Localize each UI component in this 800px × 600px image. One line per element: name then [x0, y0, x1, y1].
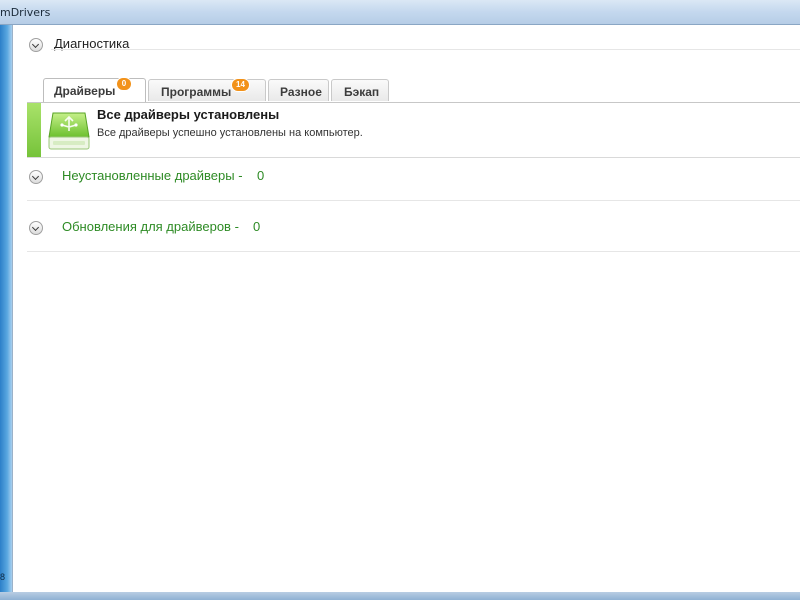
status-panel: Все драйверы установлены Все драйверы ус…: [27, 102, 800, 158]
not-installed-label[interactable]: Неустановленные драйверы -: [62, 168, 243, 183]
not-installed-expand-icon[interactable]: [29, 170, 43, 184]
updates-expand-icon[interactable]: [29, 221, 43, 235]
diagnostics-divider: [51, 49, 800, 50]
window-frame-left: 8: [0, 25, 12, 592]
status-title: Все драйверы установлены: [97, 107, 280, 122]
tab-drivers[interactable]: Драйверы 0: [43, 78, 146, 102]
tab-programs[interactable]: Программы 14: [148, 79, 266, 101]
tab-programs-label: Программы: [161, 85, 232, 99]
main-content: Диагностика Драйверы 0 Программы 14 Разн…: [12, 25, 800, 592]
tab-drivers-label: Драйверы: [54, 84, 116, 98]
tab-misc[interactable]: Разное: [268, 79, 329, 101]
tab-backup[interactable]: Бэкап: [331, 79, 389, 101]
tab-backup-label: Бэкап: [344, 85, 380, 99]
updates-label[interactable]: Обновления для драйверов -: [62, 219, 239, 234]
frame-glyph: 8: [0, 572, 6, 582]
title-bar[interactable]: mDrivers: [0, 0, 800, 25]
tab-misc-label: Разное: [280, 85, 322, 99]
status-description: Все драйверы успешно установлены на комп…: [97, 127, 363, 139]
tab-programs-badge: 14: [232, 79, 249, 91]
tab-drivers-badge: 0: [117, 78, 131, 90]
not-installed-count: 0: [257, 168, 265, 183]
diagnostics-expand-icon[interactable]: [29, 38, 43, 52]
group-divider-1: [27, 200, 800, 201]
updates-count: 0: [253, 219, 261, 234]
window-title: mDrivers: [0, 6, 51, 19]
window-frame-bottom: [0, 592, 800, 600]
app-window: mDrivers 8 Диагностика Драйверы 0 Програ…: [0, 0, 800, 600]
green-drive-icon: [47, 107, 91, 153]
status-accent-bar: [27, 103, 41, 157]
group-divider-2: [27, 251, 800, 252]
